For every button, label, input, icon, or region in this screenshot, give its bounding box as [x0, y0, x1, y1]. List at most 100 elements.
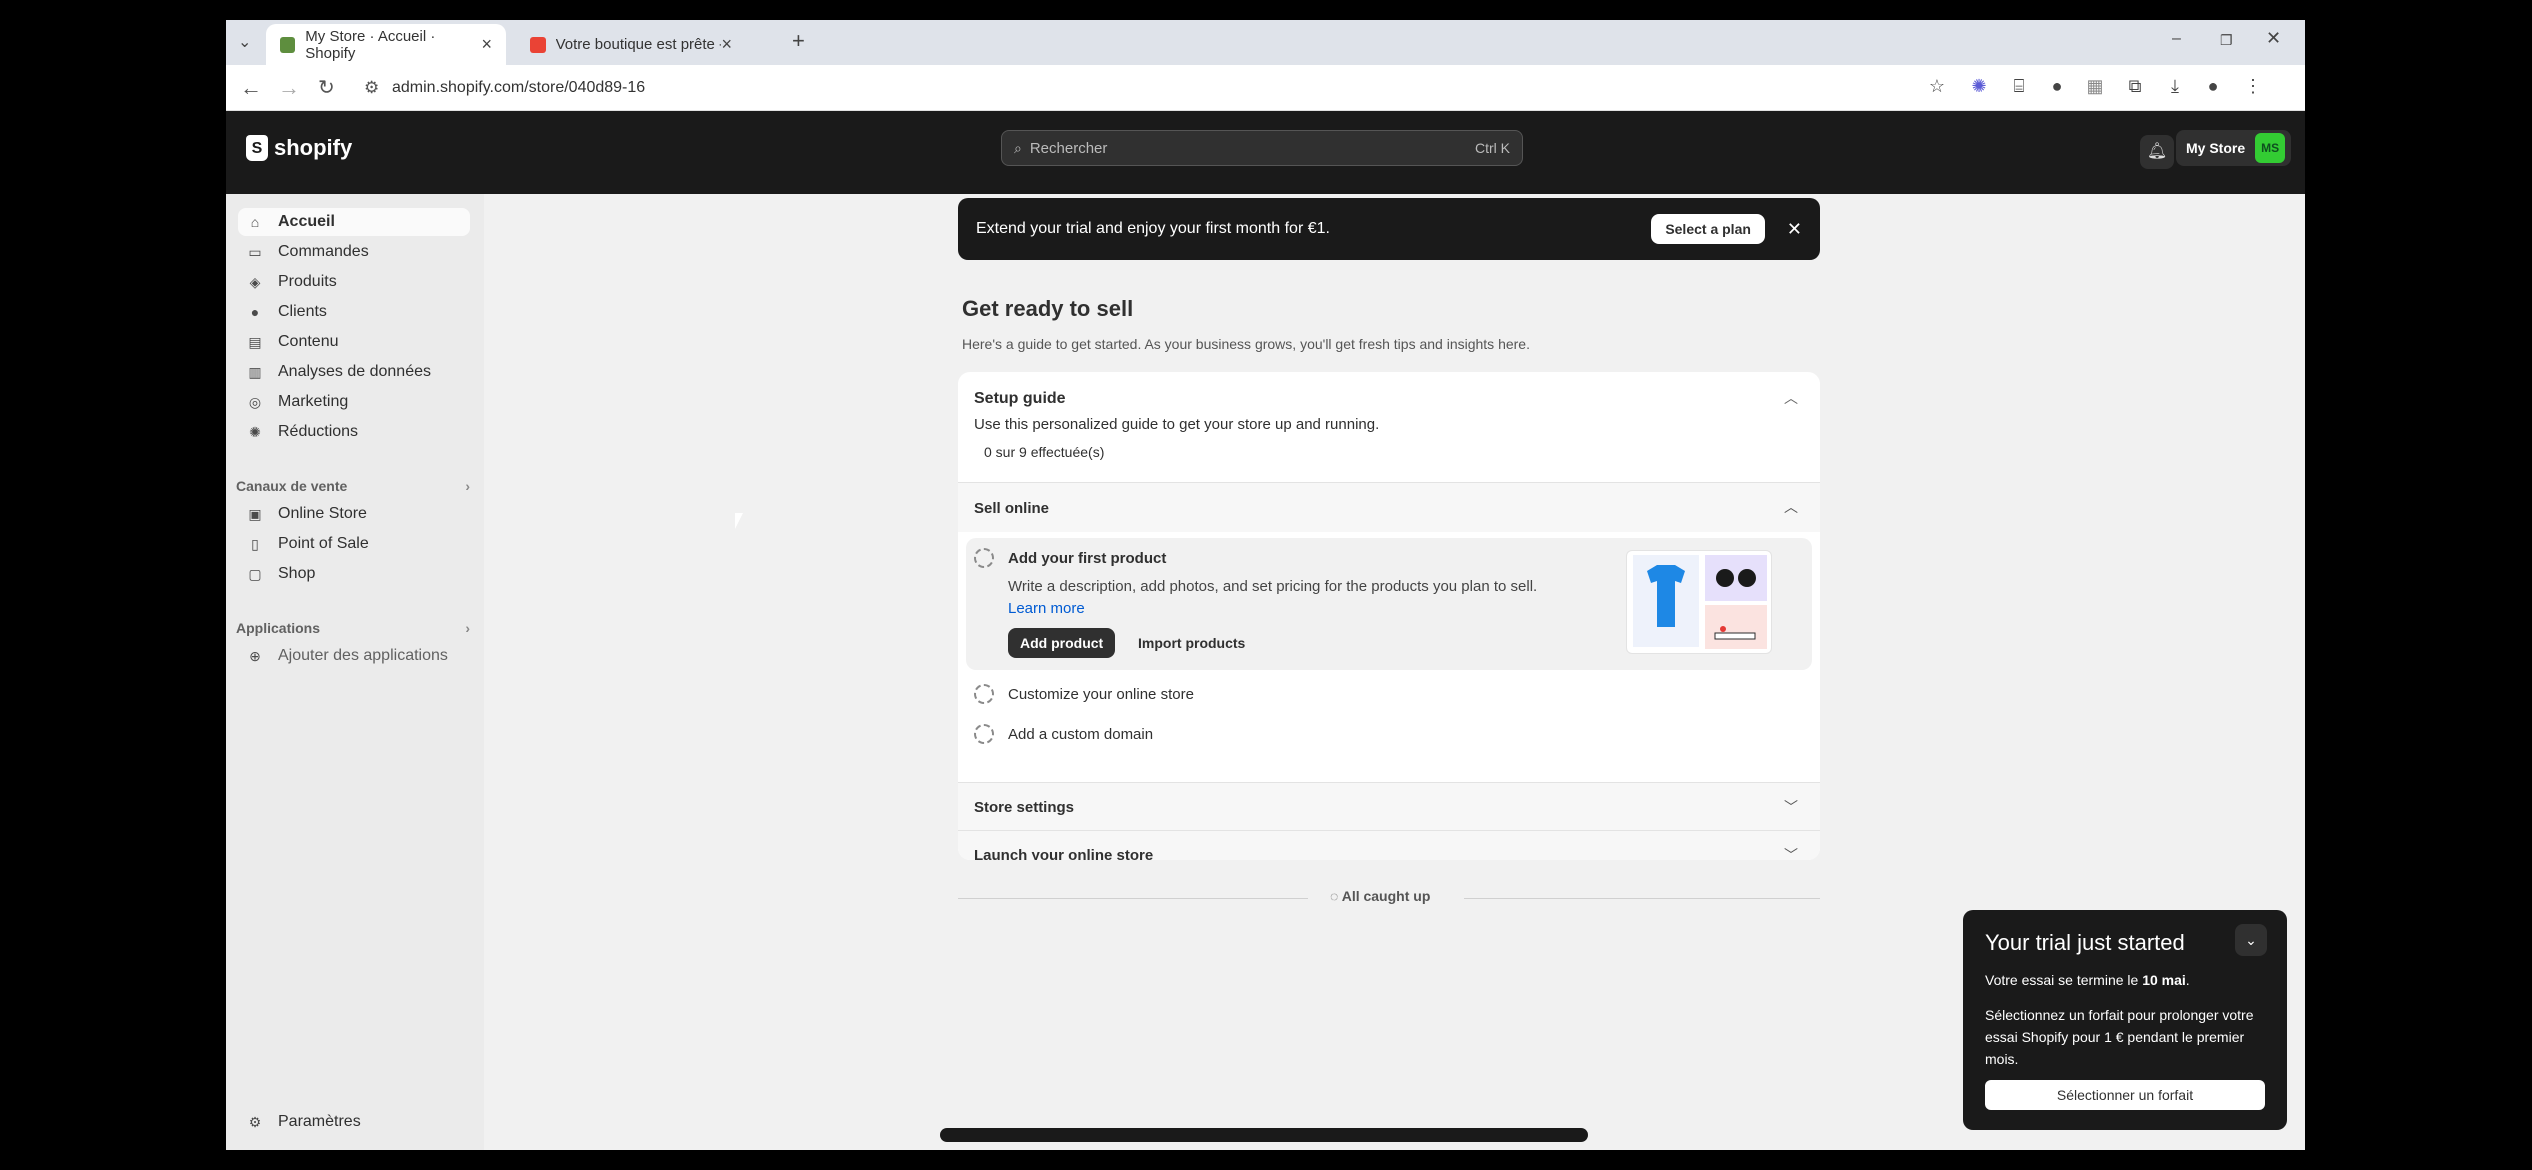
sidebar-item-label: Commandes: [278, 243, 369, 260]
close-icon[interactable]: ✕: [1787, 219, 1802, 240]
chart-icon: ▥: [248, 363, 262, 380]
search-input[interactable]: ⌕ Rechercher Ctrl K: [1001, 130, 1523, 166]
forward-icon[interactable]: →: [278, 75, 300, 101]
task-status-icon[interactable]: [974, 724, 994, 744]
sales-channels-heading[interactable]: Canaux de vente ›: [236, 478, 470, 494]
sidebar: ⌂ Accueil ▭ Commandes ◈ Produits ● Clients ▤…: [226, 194, 484, 1150]
import-products-button[interactable]: Import products: [1138, 635, 1245, 651]
mouse-cursor-icon: [735, 513, 751, 529]
sidebar-item-shop[interactable]: ▢ Shop: [238, 560, 470, 588]
url-field[interactable]: ⚙ admin.shopify.com/store/040d89-16: [350, 72, 2170, 104]
menu-kebab-icon[interactable]: ⋮: [2242, 75, 2264, 97]
sidebar-item-marketing[interactable]: ◎ Marketing: [238, 388, 470, 416]
add-product-button[interactable]: Add product: [1008, 628, 1116, 658]
tab-gmail[interactable]: Votre boutique est prête - eco... ×: [516, 24, 746, 65]
divider: [958, 898, 1308, 899]
task-status-icon[interactable]: [974, 684, 994, 704]
section-launch-store[interactable]: Launch your online store ﹀: [958, 830, 1820, 860]
sidebar-item-commandes[interactable]: ▭ Commandes: [238, 238, 470, 266]
task-description: Write a description, add photos, and set…: [1008, 576, 1538, 620]
chevron-down-icon: ﹀: [1784, 847, 1798, 860]
tab-my-store[interactable]: My Store · Accueil · Shopify ×: [266, 24, 506, 65]
shopify-topbar: S shopify ⌕ Rechercher Ctrl K 🔔︎ My Stor…: [226, 111, 2305, 194]
product-illustration: [1626, 550, 1772, 654]
sidebar-item-contenu[interactable]: ▤ Contenu: [238, 328, 470, 356]
sidebar-item-reductions[interactable]: ✺ Réductions: [238, 418, 470, 446]
sidebar-item-label: Clients: [278, 303, 327, 320]
sidebar-item-label: Ajouter des applications: [278, 647, 448, 664]
task-title: Customize your online store: [1008, 686, 1194, 703]
select-plan-popup-button[interactable]: Sélectionner un forfait: [1985, 1080, 2265, 1110]
task-customize-store[interactable]: Customize your online store: [958, 674, 1820, 714]
sidebar-item-point-of-sale[interactable]: ▯ Point of Sale: [238, 530, 470, 558]
chevron-down-icon[interactable]: ⌄: [2235, 924, 2267, 956]
extension-box-icon[interactable]: ▦: [2084, 75, 2106, 97]
sidebar-item-add-apps[interactable]: ⊕ Ajouter des applications: [238, 642, 470, 670]
search-icon: ⌕: [1014, 139, 1022, 156]
store-icon: ▣: [248, 505, 262, 522]
section-store-settings[interactable]: Store settings ﹀: [958, 782, 1820, 830]
browser-window: ⌄ My Store · Accueil · Shopify × Votre b…: [226, 20, 2305, 1150]
trial-popup: Your trial just started ⌄ Votre essai se…: [1963, 910, 2287, 1130]
section-sell-online[interactable]: Sell online ︿: [958, 482, 1820, 532]
extension-gear-icon[interactable]: ✺: [1968, 75, 1990, 97]
tab-search-chevron-icon[interactable]: ⌄: [238, 32, 251, 52]
reload-icon[interactable]: ↻: [318, 75, 335, 100]
chevron-down-icon: ﹀: [1784, 799, 1798, 815]
new-tab-icon[interactable]: +: [792, 28, 805, 54]
tab-title: Votre boutique est prête - eco...: [555, 36, 722, 53]
profile-icon[interactable]: ●: [2202, 75, 2224, 97]
restore-icon[interactable]: ❐: [2220, 32, 2233, 49]
sidebar-item-label: Shop: [278, 565, 316, 582]
window-close-icon[interactable]: ✕: [2266, 28, 2281, 49]
sidebar-item-label: Analyses de données: [278, 363, 431, 380]
gear-icon: ⚙: [248, 1113, 262, 1130]
close-icon[interactable]: ×: [481, 34, 492, 55]
notifications-bell-icon[interactable]: 🔔︎: [2140, 135, 2174, 169]
horizontal-scrollbar[interactable]: [940, 1128, 1588, 1142]
plus-circle-icon: ⊕: [249, 647, 261, 664]
sidebar-item-label: Produits: [278, 273, 337, 290]
sidebar-item-produits[interactable]: ◈ Produits: [238, 268, 470, 296]
setup-guide-card: Setup guide ︿ Use this personalized guid…: [958, 372, 1820, 860]
shopify-logo[interactable]: S shopify: [246, 135, 352, 161]
sidebar-item-parametres[interactable]: ⚙ Paramètres: [238, 1108, 470, 1136]
site-settings-icon[interactable]: ⚙: [364, 78, 379, 98]
back-icon[interactable]: ←: [240, 75, 262, 101]
store-menu-button[interactable]: My Store MS: [2176, 130, 2292, 166]
download-icon[interactable]: ⤓: [2164, 75, 2186, 97]
sidebar-item-accueil[interactable]: ⌂ Accueil: [238, 208, 470, 236]
select-plan-button[interactable]: Select a plan: [1651, 214, 1765, 244]
chevron-up-icon[interactable]: ︿: [1784, 388, 1798, 408]
extensions-puzzle-icon[interactable]: ⧉: [2124, 75, 2146, 97]
shop-icon: ▢: [248, 565, 262, 582]
target-icon: ◎: [248, 393, 262, 410]
sidebar-item-online-store[interactable]: ▣ Online Store: [238, 500, 470, 528]
trial-message: Sélectionnez un forfait pour prolonger v…: [1985, 1007, 2254, 1067]
bookmark-star-icon[interactable]: ☆: [1926, 75, 1948, 97]
task-custom-domain[interactable]: Add a custom domain: [958, 714, 1820, 754]
minimize-icon[interactable]: –: [2172, 30, 2181, 48]
extension-circle-icon[interactable]: ●: [2046, 75, 2068, 97]
close-icon[interactable]: ×: [721, 34, 732, 55]
store-name: My Store: [2186, 140, 2246, 156]
section-label: Canaux de vente: [236, 478, 348, 494]
progress-badge: 0 sur 9 effectuée(s): [974, 440, 1115, 464]
learn-more-link[interactable]: Learn more: [1008, 600, 1085, 617]
sidebar-item-analyses[interactable]: ▥ Analyses de données: [238, 358, 470, 386]
task-add-first-product: Add your first product Write a descripti…: [966, 538, 1812, 670]
task-status-icon[interactable]: [974, 548, 994, 568]
section-title: Launch your online store: [974, 847, 1154, 860]
shopify-favicon-icon: [280, 36, 296, 53]
all-caught-up: ◌ All caught up: [958, 888, 1820, 908]
search-shortcut: Ctrl K: [1475, 140, 1510, 156]
applications-heading[interactable]: Applications ›: [236, 620, 470, 636]
trial-end-suffix: .: [2185, 972, 2190, 988]
extension-translate-icon[interactable]: ⌸: [2008, 75, 2030, 97]
section-title: Sell online: [974, 500, 1050, 517]
tab-bar: ⌄ My Store · Accueil · Shopify × Votre b…: [226, 20, 2305, 65]
task-description-text: Write a description, add photos, and set…: [1008, 578, 1538, 595]
tab-title: My Store · Accueil · Shopify: [305, 27, 436, 62]
sidebar-item-clients[interactable]: ● Clients: [238, 298, 470, 326]
content-icon: ▤: [248, 333, 262, 350]
